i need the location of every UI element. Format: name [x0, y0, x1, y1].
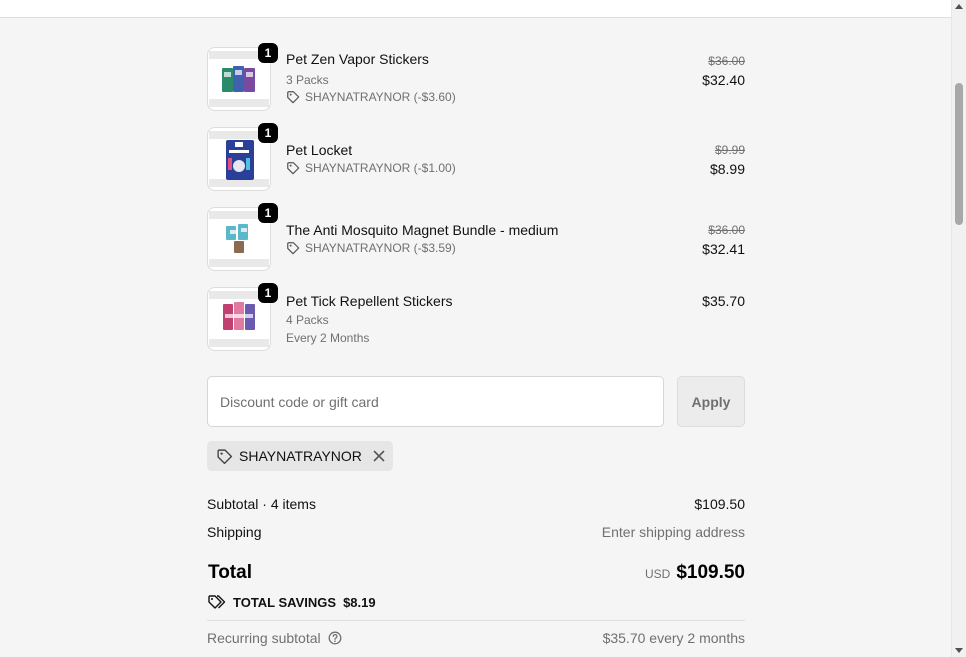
total-label: Total [208, 562, 252, 583]
remove-discount-close-icon[interactable] [372, 449, 386, 463]
product-thumbnail: 1 [207, 123, 278, 191]
item-price: $32.40 [702, 72, 745, 88]
item-price: $32.41 [702, 241, 745, 257]
product-variant: 3 Packs [286, 73, 329, 87]
original-price: $36.00 [708, 223, 745, 237]
item-discount: SHAYNATRAYNOR (-$3.59) [286, 241, 456, 255]
product-name: Pet Zen Vapor Stickers [286, 51, 429, 67]
tag-icon [287, 242, 300, 255]
item-discount-text: SHAYNATRAYNOR (-$3.60) [305, 90, 456, 104]
divider [207, 620, 745, 621]
original-price: $9.99 [714, 143, 745, 157]
product-name: Pet Locket [286, 142, 353, 158]
item-price: $8.99 [709, 161, 745, 177]
tags-icon [208, 595, 226, 609]
scrollbar-thumb[interactable] [955, 83, 963, 225]
tag-icon [287, 91, 300, 104]
item-discount: SHAYNATRAYNOR (-$3.60) [286, 90, 456, 104]
item-discount-text: SHAYNATRAYNOR (-$1.00) [305, 161, 456, 175]
product-variant: 4 Packs [286, 313, 329, 327]
recurring-subtotal-label: Recurring subtotal [207, 630, 321, 646]
product-name: The Anti Mosquito Magnet Bundle - medium [286, 222, 559, 238]
top-header-edge [0, 0, 951, 18]
tag-icon [217, 448, 233, 464]
total-savings-value: $8.19 [343, 594, 376, 610]
apply-discount-button[interactable]: Apply [677, 376, 745, 427]
total-savings: TOTAL SAVINGS $8.19 [207, 594, 376, 610]
item-discount: SHAYNATRAYNOR (-$1.00) [286, 161, 456, 175]
recurring-subtotal-value: $35.70 every 2 months [602, 630, 745, 646]
total-amount: $109.50 [676, 562, 745, 583]
original-price: $36.00 [708, 54, 745, 68]
quantity-badge: 1 [258, 43, 278, 63]
quantity-badge: 1 [258, 123, 278, 143]
currency-code: USD [644, 567, 671, 581]
product-thumbnail: 1 [207, 283, 278, 351]
scroll-down-arrow-icon[interactable] [955, 648, 963, 653]
help-icon[interactable] [328, 631, 342, 645]
scrollbar[interactable] [951, 0, 966, 657]
quantity-badge: 1 [258, 203, 278, 223]
discount-code-input[interactable] [207, 376, 664, 427]
recurring-subtotal-label-group: Recurring subtotal [207, 630, 342, 646]
product-thumbnail: 1 [207, 203, 278, 271]
subtotal-label: Subtotal · 4 items [207, 496, 316, 512]
total-savings-label: TOTAL SAVINGS [233, 594, 337, 610]
quantity-badge: 1 [258, 283, 278, 303]
shipping-label: Shipping [207, 524, 262, 540]
shipping-value: Enter shipping address [601, 524, 745, 540]
applied-discount-code: SHAYNATRAYNOR [239, 448, 362, 464]
applied-discount-chip: SHAYNATRAYNOR [207, 441, 393, 471]
product-thumbnail: 1 [207, 43, 278, 111]
scroll-up-arrow-icon[interactable] [955, 4, 963, 9]
subtotal-value: $109.50 [694, 496, 745, 512]
item-price: $35.70 [702, 293, 745, 309]
total-amount-group: USD $109.50 [645, 562, 745, 584]
subscription-frequency: Every 2 Months [286, 331, 370, 345]
product-name: Pet Tick Repellent Stickers [286, 293, 453, 309]
item-discount-text: SHAYNATRAYNOR (-$3.59) [305, 241, 456, 255]
tag-icon [287, 162, 300, 175]
